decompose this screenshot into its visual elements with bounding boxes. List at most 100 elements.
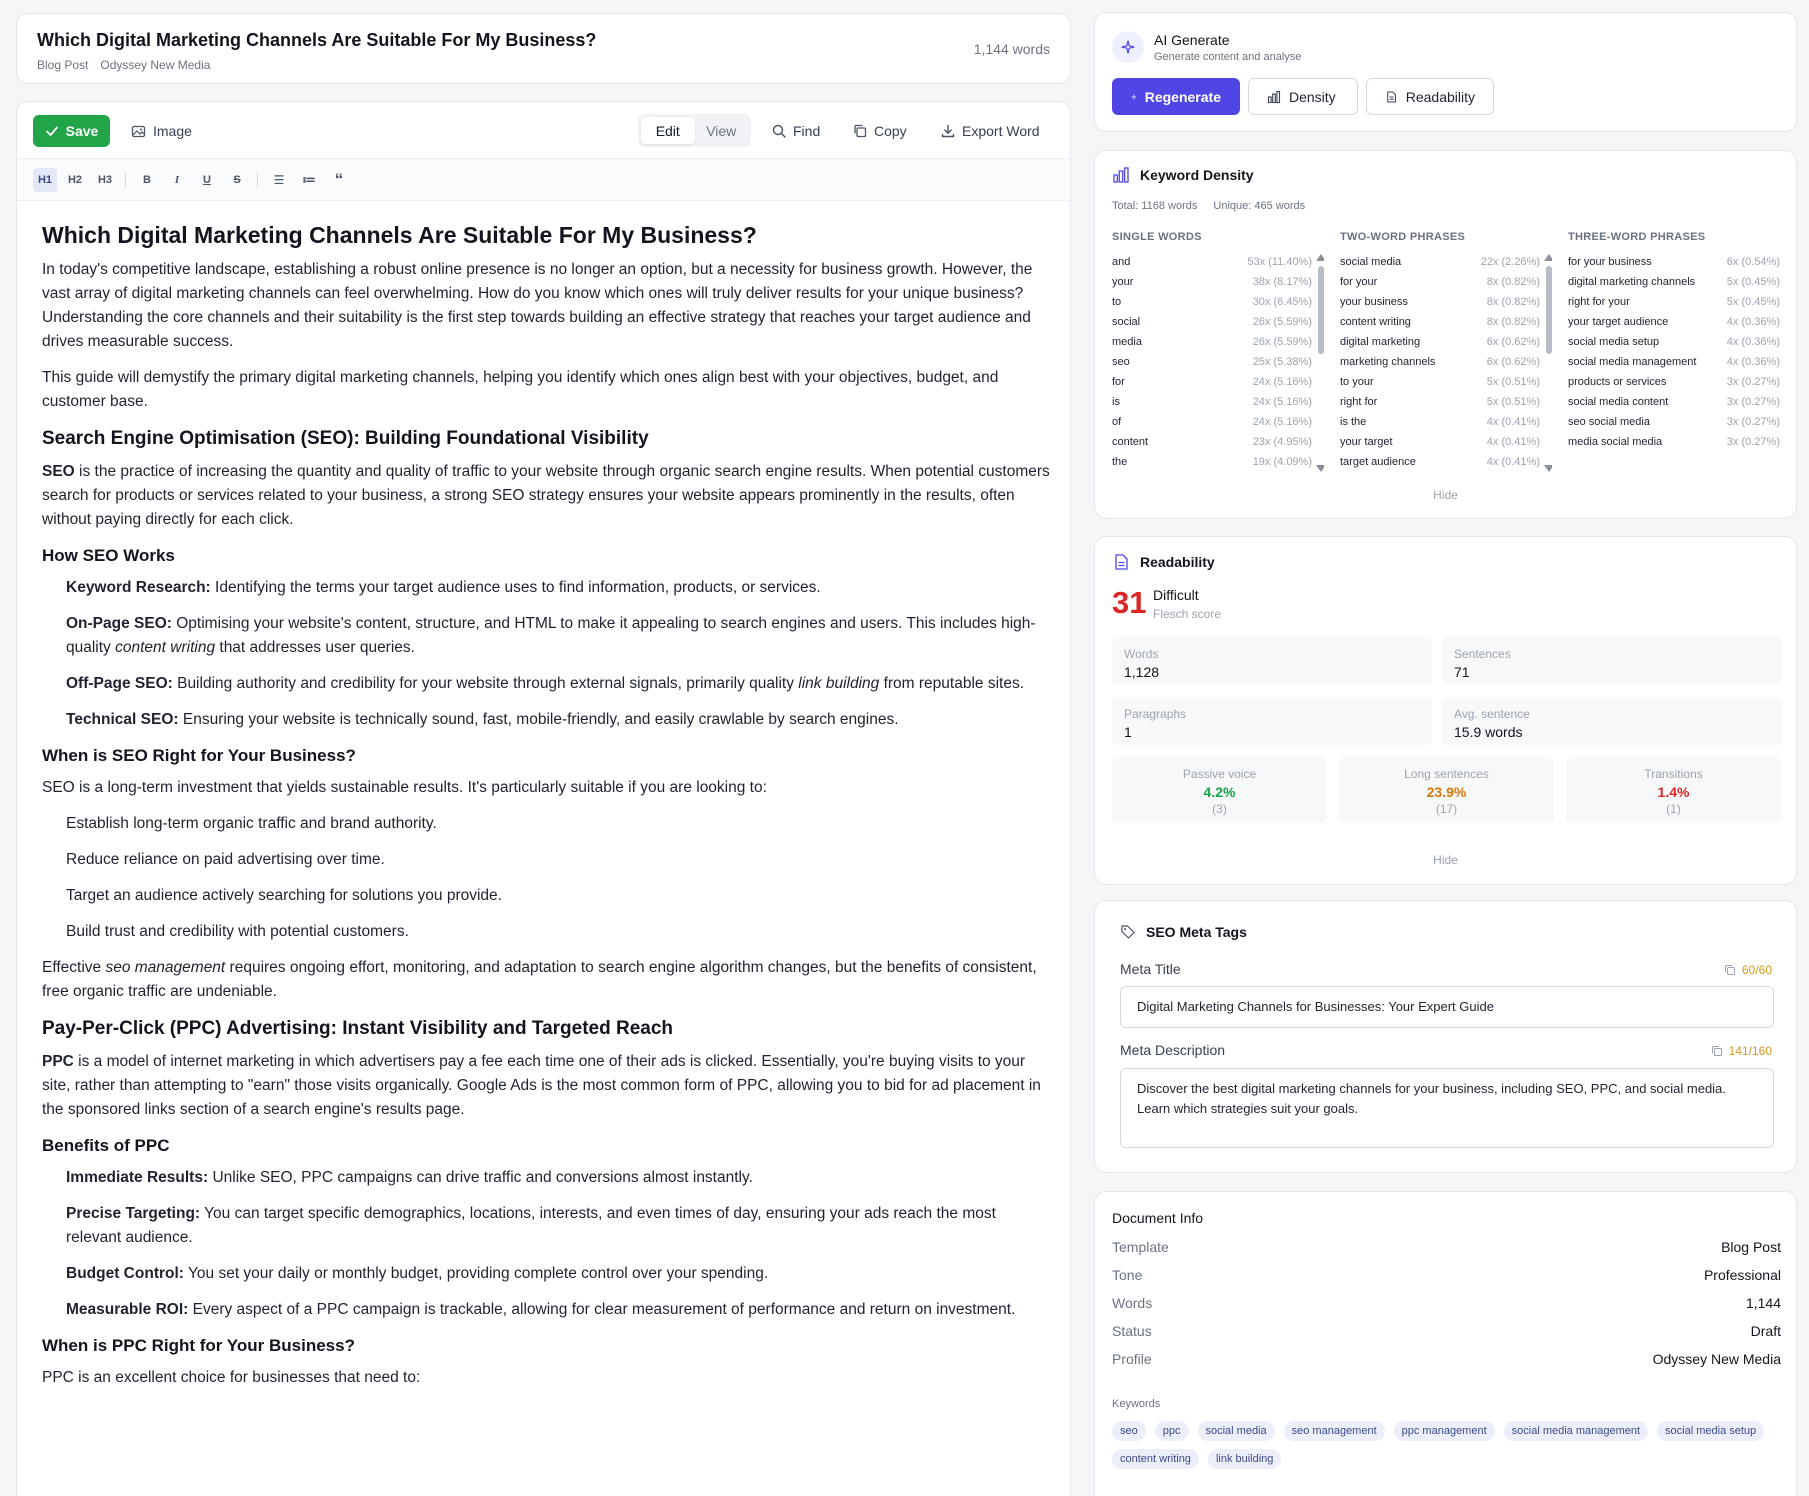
keyword-term: for your business bbox=[1568, 256, 1652, 268]
meta-title-input[interactable]: Digital Marketing Channels for Businesse… bbox=[1120, 986, 1774, 1028]
keyword-row: seo social media 3x (0.27%) bbox=[1568, 412, 1780, 432]
passive-voice-stat: Passive voice 4.2% (3) bbox=[1112, 757, 1327, 823]
keyword-row: right for 5x (0.51%) bbox=[1340, 392, 1552, 412]
keyword-term: your target bbox=[1340, 436, 1393, 448]
two-word-phrases-list[interactable]: social media 22x (2.26%) for your 8x (0.82%… bbox=[1340, 252, 1552, 474]
editor-content[interactable]: Which Digital Marketing Channels Are Sui… bbox=[42, 220, 1052, 1402]
copy-icon[interactable] bbox=[1711, 1045, 1723, 1057]
toolbar-divider bbox=[257, 172, 258, 188]
readability-button[interactable]: Readability bbox=[1366, 78, 1494, 115]
subsection-heading: Benefits of PPC bbox=[42, 1136, 170, 1155]
keyword-chip[interactable]: seo management bbox=[1283, 1421, 1385, 1441]
keyword-frequency: 4x (0.41%) bbox=[1486, 416, 1540, 428]
keyword-frequency: 8x (0.82%) bbox=[1486, 296, 1540, 308]
keyword-row: marketing channels 6x (0.62%) bbox=[1340, 352, 1552, 372]
paragraph: PPC is an excellent choice for businesse… bbox=[42, 1369, 421, 1386]
toolbar-divider bbox=[125, 172, 126, 188]
words-stat: Words 1,128 bbox=[1112, 637, 1432, 685]
keyword-row: is 24x (5.16%) bbox=[1112, 392, 1324, 412]
keyword-term: right for your bbox=[1568, 296, 1630, 308]
keyword-term: your business bbox=[1340, 296, 1408, 308]
copy-label: Copy bbox=[874, 123, 907, 139]
keyword-frequency: 5x (0.51%) bbox=[1486, 376, 1540, 388]
numbered-list-button[interactable]: ≔ bbox=[297, 168, 321, 192]
keyword-frequency: 26x (5.59%) bbox=[1252, 336, 1312, 348]
save-button[interactable]: Save bbox=[33, 115, 110, 147]
copy-button[interactable]: Copy bbox=[853, 115, 907, 147]
export-word-button[interactable]: Export Word bbox=[941, 115, 1040, 147]
hide-readability-button[interactable]: Hide bbox=[1095, 853, 1796, 867]
subsection-heading: How SEO Works bbox=[42, 546, 175, 565]
bullet-list-button[interactable]: ☰ bbox=[267, 168, 291, 192]
image-button[interactable]: Image bbox=[131, 115, 192, 147]
keyword-row: social media setup 4x (0.36%) bbox=[1568, 332, 1780, 352]
regenerate-button[interactable]: Regenerate bbox=[1112, 78, 1240, 115]
view-tab[interactable]: View bbox=[695, 117, 749, 144]
keyword-row: products or services 3x (0.27%) bbox=[1568, 372, 1780, 392]
list-item: Immediate Results: Unlike SEO, PPC campa… bbox=[66, 1169, 753, 1186]
editor-panel: Save Image Edit View Find Copy Export Wo… bbox=[16, 101, 1071, 1496]
hide-keyword-density-button[interactable]: Hide bbox=[1095, 488, 1796, 502]
keyword-chip[interactable]: content writing bbox=[1112, 1449, 1199, 1469]
word-count: 1,144 words bbox=[973, 41, 1050, 57]
readability-label: Readability bbox=[1405, 88, 1475, 105]
keyword-frequency: 3x (0.27%) bbox=[1726, 396, 1780, 408]
keyword-density-panel: Keyword Density Total: 1168 words Unique… bbox=[1094, 150, 1797, 519]
paragraph: This guide will demystify the primary di… bbox=[42, 369, 999, 410]
keyword-chip[interactable]: seo bbox=[1112, 1421, 1146, 1441]
sentences-stat: Sentences 71 bbox=[1442, 637, 1782, 685]
keyword-density-header: Keyword Density bbox=[1112, 166, 1254, 184]
three-word-phrases-list[interactable]: for your business 6x (0.54%) digital marke… bbox=[1568, 252, 1780, 474]
download-icon bbox=[941, 124, 955, 138]
keyword-frequency: 26x (5.59%) bbox=[1252, 316, 1312, 328]
copy-icon[interactable] bbox=[1724, 964, 1736, 976]
list-item: Off-Page SEO: Building authority and cre… bbox=[66, 675, 1025, 692]
meta-description-textarea[interactable]: Discover the best digital marketing chan… bbox=[1120, 1068, 1774, 1148]
keyword-row: seo 25x (5.38%) bbox=[1112, 352, 1324, 372]
keyword-row: right for your 5x (0.45%) bbox=[1568, 292, 1780, 312]
regenerate-label: Regenerate bbox=[1144, 88, 1221, 105]
keyword-frequency: 5x (0.45%) bbox=[1726, 276, 1780, 288]
list-item: Reduce reliance on paid advertising over… bbox=[66, 851, 385, 868]
bar-chart-icon bbox=[1113, 167, 1129, 183]
heading-3-button[interactable]: H3 bbox=[93, 168, 117, 192]
keyword-term: social bbox=[1112, 316, 1141, 328]
keyword-chips: seo ppc social media seo management ppc … bbox=[1112, 1421, 1792, 1469]
keyword-term: for your bbox=[1340, 276, 1378, 288]
keyword-chip[interactable]: ppc bbox=[1154, 1421, 1189, 1441]
find-button[interactable]: Find bbox=[772, 115, 820, 147]
density-button[interactable]: Density bbox=[1248, 78, 1358, 115]
meta-title-label: Meta Title bbox=[1120, 961, 1181, 977]
bold-button[interactable]: B bbox=[135, 168, 159, 192]
italic-button[interactable]: I bbox=[165, 168, 189, 192]
keyword-chip[interactable]: ppc management bbox=[1393, 1421, 1495, 1441]
keyword-term: products or services bbox=[1568, 376, 1667, 388]
keyword-row: is the 4x (0.41%) bbox=[1340, 412, 1552, 432]
export-label: Export Word bbox=[962, 123, 1040, 139]
keyword-row: for your 8x (0.82%) bbox=[1340, 272, 1552, 292]
keyword-chip[interactable]: social media setup bbox=[1657, 1421, 1765, 1441]
bar-chart-icon bbox=[1267, 90, 1281, 103]
keyword-frequency: 5x (0.51%) bbox=[1486, 396, 1540, 408]
underline-button[interactable]: U bbox=[195, 168, 219, 192]
scrollbar[interactable] bbox=[1544, 252, 1552, 474]
info-row-profile: Profile Odyssey New Media bbox=[1112, 1351, 1781, 1367]
blockquote-button[interactable]: “ bbox=[327, 168, 351, 192]
info-row-template: Template Blog Post bbox=[1112, 1239, 1781, 1255]
keyword-frequency: 23x (4.95%) bbox=[1252, 436, 1312, 448]
strikethrough-button[interactable]: S bbox=[225, 168, 249, 192]
keyword-row: target audience 4x (0.41%) bbox=[1340, 452, 1552, 472]
keyword-frequency: 24x (5.16%) bbox=[1252, 396, 1312, 408]
heading-2-button[interactable]: H2 bbox=[63, 168, 87, 192]
content-heading: Which Digital Marketing Channels Are Sui… bbox=[42, 222, 757, 248]
keyword-chip[interactable]: link building bbox=[1207, 1449, 1282, 1469]
keyword-chip[interactable]: social media bbox=[1197, 1421, 1275, 1441]
heading-1-button[interactable]: H1 bbox=[33, 168, 57, 192]
document-icon bbox=[1387, 90, 1396, 103]
scrollbar[interactable] bbox=[1316, 252, 1324, 474]
column-header: THREE-WORD PHRASES bbox=[1568, 231, 1706, 243]
edit-tab[interactable]: Edit bbox=[641, 117, 695, 144]
keyword-term: social media setup bbox=[1568, 336, 1660, 348]
single-words-list[interactable]: and 53x (11.40%) your 38x (8.17%) to 30x (6.4… bbox=[1112, 252, 1324, 474]
keyword-chip[interactable]: social media management bbox=[1503, 1421, 1649, 1441]
